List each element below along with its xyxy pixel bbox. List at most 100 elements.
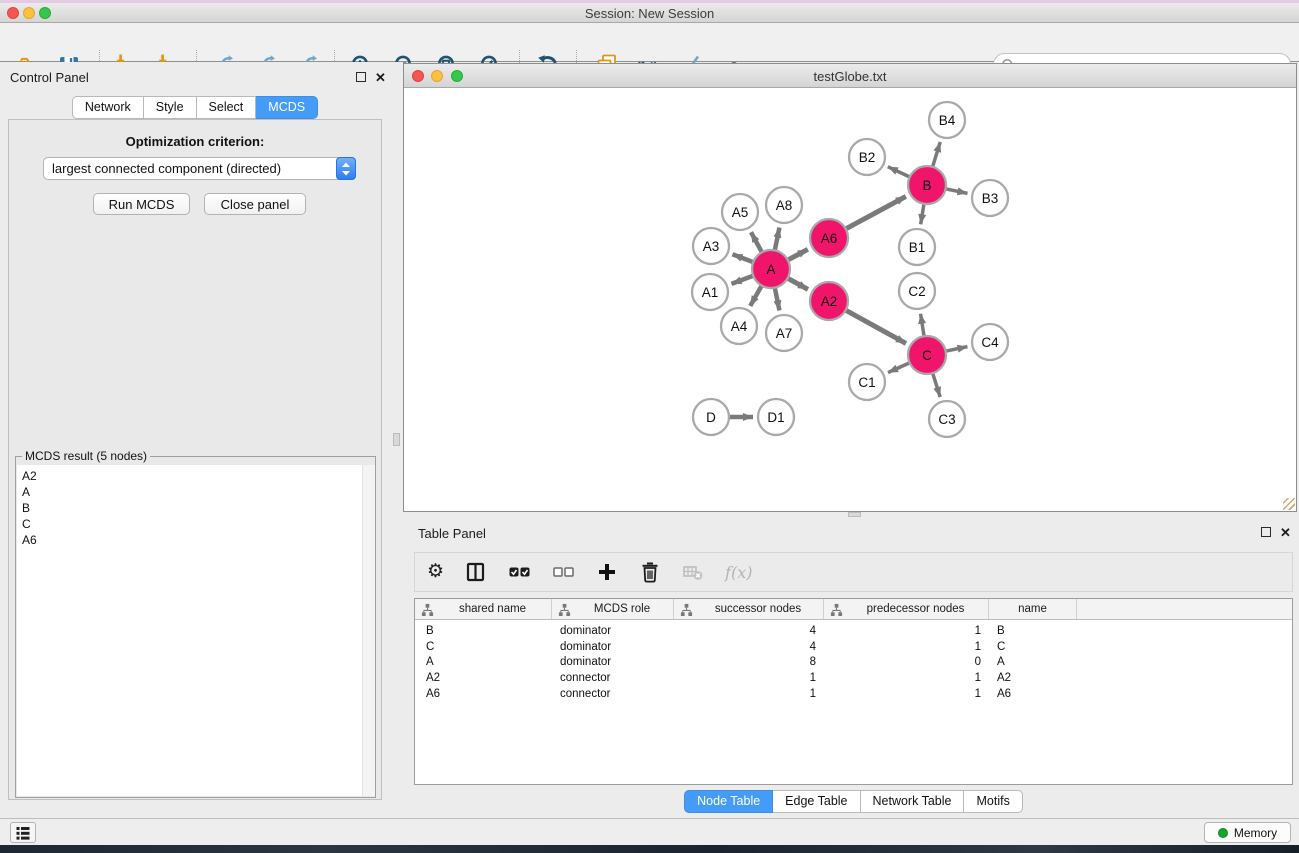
- graph-node-D1[interactable]: D1: [758, 399, 794, 435]
- table-cell: 1: [824, 641, 989, 653]
- graph-node-B2[interactable]: B2: [849, 139, 885, 175]
- delete-column-icon[interactable]: [639, 561, 661, 583]
- graph-edge-A-A2[interactable]: [788, 278, 808, 289]
- column-header-successor-nodes[interactable]: successor nodes: [674, 599, 824, 619]
- graph-node-A3[interactable]: A3: [693, 228, 729, 264]
- network-window-titlebar[interactable]: testGlobe.txt: [404, 64, 1296, 88]
- graph-node-C1[interactable]: C1: [849, 364, 885, 400]
- table-row[interactable]: Bdominator41B: [415, 623, 1292, 639]
- graph-node-C3[interactable]: C3: [929, 401, 965, 437]
- node-table[interactable]: shared nameMCDS rolesuccessor nodesprede…: [414, 598, 1293, 785]
- splitter-handle[interactable]: [848, 512, 861, 517]
- graph-edge-B-B4[interactable]: [933, 142, 941, 166]
- result-item[interactable]: A: [17, 484, 374, 500]
- memory-button[interactable]: Memory: [1204, 822, 1291, 843]
- graph-node-C4[interactable]: C4: [972, 324, 1008, 360]
- graph-node-A5[interactable]: A5: [722, 194, 758, 230]
- graph-node-B3[interactable]: B3: [972, 180, 1008, 216]
- function-builder-icon[interactable]: f(x): [725, 563, 752, 582]
- graph-node-A2[interactable]: A2: [810, 282, 848, 320]
- table-row[interactable]: Cdominator41C: [415, 639, 1292, 655]
- graph-node-A4[interactable]: A4: [721, 308, 757, 344]
- result-item[interactable]: C: [17, 516, 374, 532]
- table-cell: C: [415, 641, 552, 653]
- graph-edge-C-C3[interactable]: [933, 374, 940, 397]
- tab-network[interactable]: Network: [72, 96, 144, 119]
- tab-network-table[interactable]: Network Table: [861, 790, 965, 813]
- tab-select[interactable]: Select: [197, 96, 257, 119]
- column-header-name[interactable]: name: [989, 599, 1077, 619]
- graph-edge-A6-B[interactable]: [846, 196, 906, 228]
- column-visibility-icon[interactable]: [465, 561, 487, 583]
- graph-edge-A2-C[interactable]: [846, 310, 906, 343]
- close-panel-icon[interactable]: ✕: [1280, 527, 1291, 538]
- control-panel-header: Control Panel ✕: [0, 62, 390, 90]
- run-mcds-button[interactable]: Run MCDS: [93, 193, 190, 215]
- table-cell: C: [989, 641, 1077, 653]
- table-settings-icon[interactable]: ⚙: [427, 562, 444, 582]
- table-row[interactable]: Adominator80A: [415, 655, 1292, 671]
- tab-style[interactable]: Style: [144, 96, 197, 119]
- graph-node-B[interactable]: B: [908, 166, 946, 204]
- graph-edge-C-C4[interactable]: [946, 347, 967, 351]
- float-panel-icon[interactable]: [356, 72, 366, 82]
- status-bar: Memory: [0, 818, 1299, 845]
- result-list-scrollbar[interactable]: [362, 465, 375, 796]
- deselect-all-icon[interactable]: [552, 561, 575, 583]
- close-panel-icon[interactable]: ✕: [375, 72, 386, 83]
- float-panel-icon[interactable]: [1261, 527, 1271, 537]
- tab-edge-table[interactable]: Edge Table: [773, 790, 860, 813]
- svg-text:D1: D1: [767, 410, 784, 425]
- result-item[interactable]: A6: [17, 532, 374, 548]
- graph-edge-B-B1[interactable]: [921, 204, 924, 224]
- criterion-select[interactable]: largest connected component (directed): [43, 157, 356, 180]
- table-row[interactable]: A2connector11A2: [415, 670, 1292, 686]
- add-column-icon[interactable]: [596, 561, 618, 583]
- graph-node-A6[interactable]: A6: [810, 219, 848, 257]
- tab-node-table[interactable]: Node Table: [684, 790, 773, 813]
- graph-edge-C-C2[interactable]: [921, 314, 924, 336]
- graph-node-A1[interactable]: A1: [692, 274, 728, 310]
- window-resize-grip[interactable]: [1283, 498, 1295, 510]
- column-header-mcds-role[interactable]: MCDS role: [552, 599, 674, 619]
- table-header-row: shared nameMCDS rolesuccessor nodesprede…: [415, 599, 1292, 620]
- graph-node-B4[interactable]: B4: [929, 102, 965, 138]
- clear-table-icon[interactable]: [682, 561, 704, 583]
- graph-node-C[interactable]: C: [908, 336, 946, 374]
- graph-edge-A-A8[interactable]: [775, 228, 780, 250]
- graph-edge-A-A3[interactable]: [732, 254, 752, 262]
- svg-text:C: C: [922, 348, 932, 363]
- result-item[interactable]: B: [17, 500, 374, 516]
- memory-status-icon: [1218, 828, 1228, 838]
- graph-edge-B-B3[interactable]: [946, 189, 967, 193]
- graph-edge-A-A6[interactable]: [788, 249, 808, 259]
- tab-motifs[interactable]: Motifs: [964, 790, 1022, 813]
- graph-node-C2[interactable]: C2: [899, 273, 935, 309]
- select-all-icon[interactable]: [508, 561, 531, 583]
- task-history-button[interactable]: [10, 822, 36, 843]
- svg-text:B4: B4: [939, 113, 956, 128]
- network-canvas[interactable]: A B C A2 A6 A1 A3 A4 A5 A7 A8 B1 B2 B3 B4 C1 C2 C3 C4 D D1: [404, 88, 1296, 511]
- table-cell: 0: [824, 656, 989, 668]
- column-header-shared-name[interactable]: shared name: [415, 599, 552, 619]
- graph-edge-C-C1[interactable]: [888, 363, 909, 373]
- graph-edge-A-A5[interactable]: [751, 232, 762, 252]
- graph-node-A[interactable]: A: [752, 250, 790, 288]
- graph-node-D[interactable]: D: [693, 399, 729, 435]
- vertical-splitter[interactable]: [390, 62, 403, 818]
- graph-edge-A-A7[interactable]: [775, 288, 780, 310]
- result-item[interactable]: A2: [17, 468, 374, 484]
- graph-node-A8[interactable]: A8: [766, 187, 802, 223]
- tab-mcds[interactable]: MCDS: [256, 96, 318, 119]
- table-row[interactable]: A6connector11A6: [415, 686, 1292, 702]
- svg-text:B1: B1: [909, 240, 926, 255]
- graph-node-A7[interactable]: A7: [766, 315, 802, 351]
- graph-edge-A-A4[interactable]: [750, 286, 761, 306]
- mcds-result-list[interactable]: A2ABCA6: [17, 465, 374, 796]
- graph-edge-A-A1[interactable]: [732, 276, 753, 284]
- column-header-predecessor-nodes[interactable]: predecessor nodes: [824, 599, 989, 619]
- splitter-handle[interactable]: [393, 433, 400, 446]
- graph-edge-B-B2[interactable]: [888, 167, 909, 177]
- graph-node-B1[interactable]: B1: [899, 229, 935, 265]
- close-panel-button[interactable]: Close panel: [204, 193, 306, 215]
